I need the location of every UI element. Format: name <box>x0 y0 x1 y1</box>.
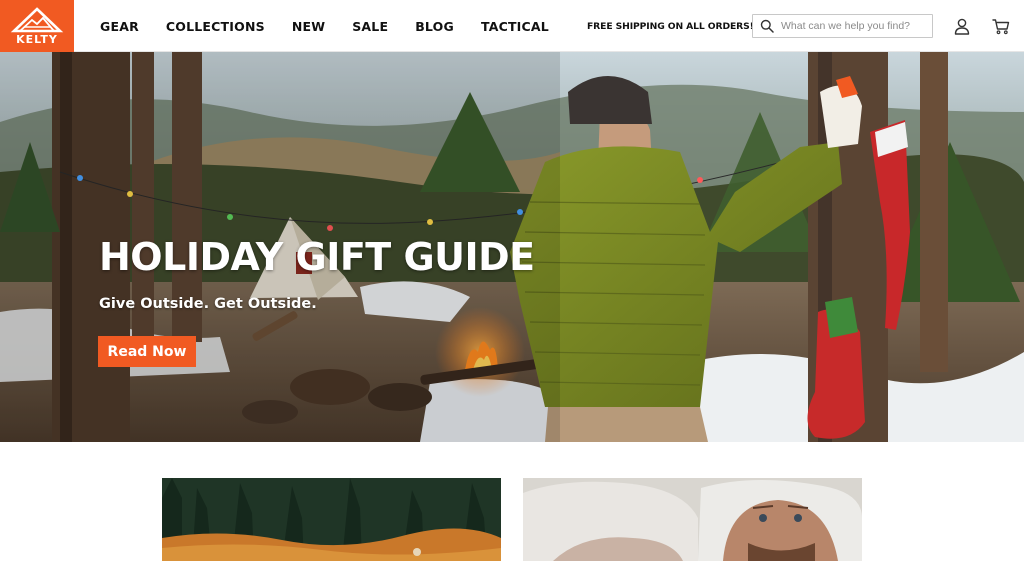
kelty-logo[interactable]: KELTY <box>0 0 74 52</box>
nav-gear[interactable]: GEAR <box>100 19 139 34</box>
hero-title: HOLIDAY GIFT GUIDE <box>99 235 535 279</box>
nav-sale[interactable]: SALE <box>352 19 388 34</box>
main-nav: GEAR COLLECTIONS NEW SALE BLOG TACTICAL <box>100 0 576 52</box>
promo-tile-sleeping-bags[interactable] <box>523 478 862 561</box>
nav-new[interactable]: NEW <box>292 19 325 34</box>
read-now-button[interactable]: Read Now <box>98 336 196 367</box>
site-header: KELTY GEAR COLLECTIONS NEW SALE BLOG TAC… <box>0 0 1024 52</box>
logo-wordmark: KELTY <box>16 33 58 46</box>
cart-icon[interactable] <box>991 16 1011 36</box>
search-icon[interactable] <box>760 19 774 33</box>
sleeping-bag-people-image <box>523 478 862 561</box>
nav-tactical[interactable]: TACTICAL <box>481 19 549 34</box>
hero-banner[interactable]: HOLIDAY GIFT GUIDE Give Outside. Get Out… <box>0 52 1024 442</box>
nav-collections[interactable]: COLLECTIONS <box>166 19 265 34</box>
mountain-logo-icon <box>10 7 64 33</box>
search-input[interactable] <box>781 16 926 36</box>
forest-landscape-image <box>162 478 501 561</box>
promo-tile-forest[interactable] <box>162 478 501 561</box>
account-icon[interactable] <box>952 16 972 36</box>
nav-blog[interactable]: BLOG <box>415 19 454 34</box>
hero-subtitle: Give Outside. Get Outside. <box>99 296 317 312</box>
shipping-banner[interactable]: FREE SHIPPING ON ALL ORDERS!* <box>587 0 759 52</box>
search-box <box>752 14 933 38</box>
